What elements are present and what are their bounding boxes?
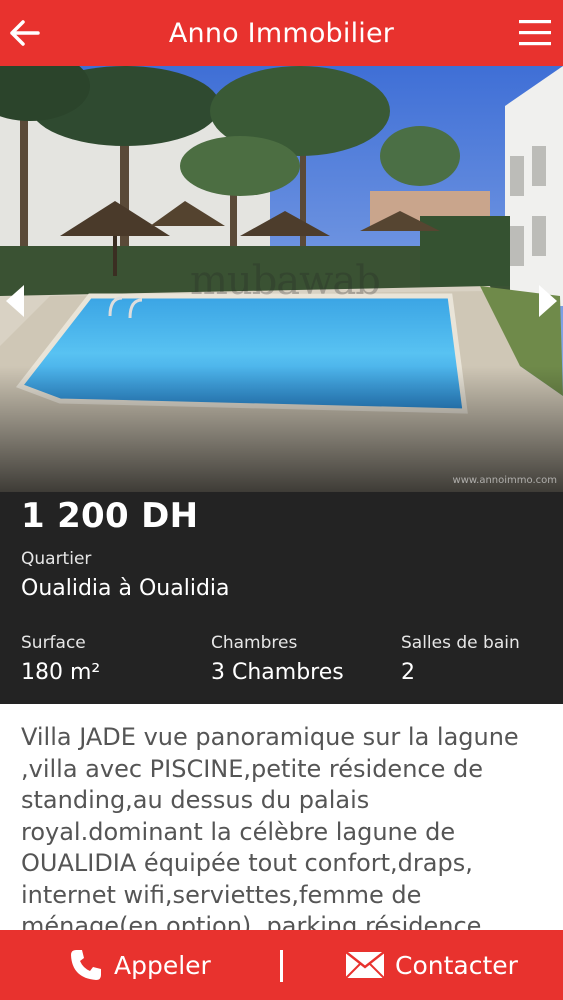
salles-de-bain-label: Salles de bain [401, 633, 520, 653]
photo-credit: www.annoimmo.com [452, 475, 557, 486]
property-photo-gallery[interactable]: mubawab www.annoimmo.com [0, 66, 563, 492]
contact-button[interactable]: Contacter [345, 930, 518, 1000]
listing-price: 1 200 DH [21, 496, 199, 536]
app-header: Anno Immobilier [0, 0, 563, 66]
arrow-left-icon [10, 20, 40, 46]
call-button[interactable]: Appeler [68, 930, 211, 1000]
chevron-right-icon [539, 285, 557, 317]
previous-photo-button[interactable] [2, 282, 30, 320]
action-bar: Appeler Contacter [0, 930, 563, 1000]
back-button[interactable] [8, 13, 44, 53]
contact-label: Contacter [395, 950, 518, 980]
hamburger-menu-icon [519, 20, 551, 46]
envelope-icon [345, 951, 385, 979]
photo-watermark: mubawab [190, 258, 381, 304]
next-photo-button[interactable] [533, 282, 561, 320]
quartier-value: Oualidia à Oualidia [21, 576, 230, 601]
quartier-label: Quartier [21, 549, 92, 569]
call-label: Appeler [114, 950, 211, 980]
surface-value: 180 m² [21, 660, 101, 685]
action-separator [280, 950, 283, 982]
app-title: Anno Immobilier [168, 17, 395, 49]
listing-description: Villa JADE vue panoramique sur la lagune… [21, 723, 519, 940]
menu-button[interactable] [517, 16, 553, 50]
salles-de-bain-value: 2 [401, 660, 415, 685]
surface-label: Surface [21, 633, 86, 653]
chambres-value: 3 Chambres [211, 660, 344, 685]
chambres-label: Chambres [211, 633, 298, 653]
chevron-left-icon [6, 285, 24, 317]
listing-info-panel: 1 200 DH Quartier Oualidia à Oualidia Su… [0, 492, 563, 704]
phone-icon [71, 950, 101, 980]
